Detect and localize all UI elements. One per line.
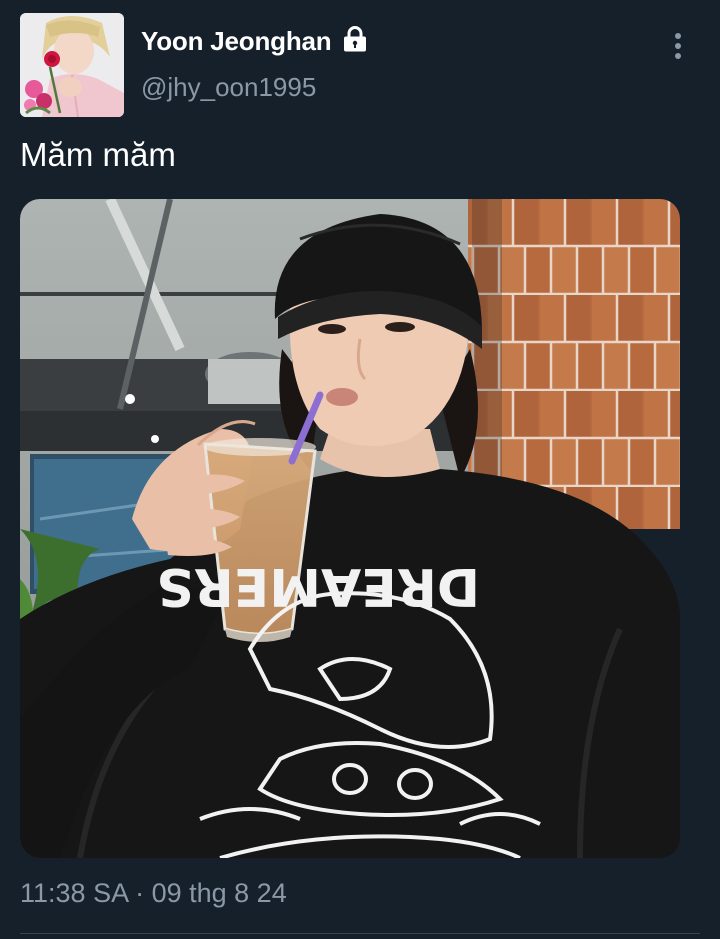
more-vertical-icon[interactable] [664,30,692,64]
display-name[interactable]: Yoon Jeonghan [141,26,332,57]
photo-illustration: DREAMERS [20,199,680,858]
tweet-timestamp[interactable]: 11:38 SA · 09 thg 8 24 [20,878,287,909]
avatar[interactable] [20,13,124,117]
tweet-text: Măm măm [20,136,176,173]
shirt-print-text: DREAMERS [156,556,480,616]
divider [20,933,700,934]
lock-icon [344,26,366,52]
avatar-image [20,13,124,117]
tweet-photo[interactable]: DREAMERS [20,199,680,858]
user-handle[interactable]: @jhy_oon1995 [141,72,316,103]
tweet: Yoon Jeonghan @jhy_oon1995 Măm măm DREAM… [0,0,720,939]
